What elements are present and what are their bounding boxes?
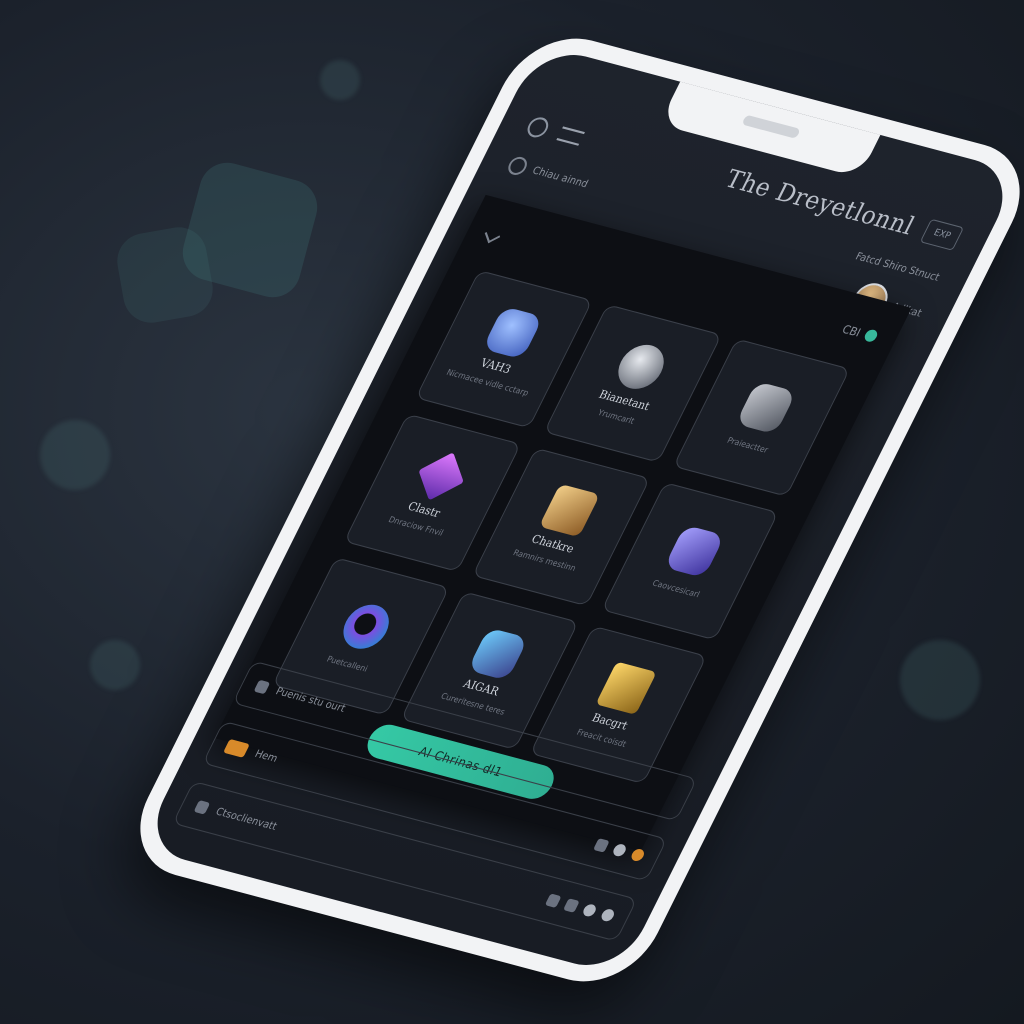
background-bokeh — [90, 640, 140, 690]
trophy-icon — [538, 483, 601, 538]
card-subtitle: Nicmacee vidle cctarp — [444, 367, 531, 398]
crystal-icon — [418, 452, 464, 501]
card-title: AIGAR — [461, 676, 502, 699]
background-bokeh — [40, 420, 110, 490]
chip-icon — [467, 627, 529, 681]
sub-header-right: Fatcd Shiro Stnuct — [853, 250, 942, 284]
card-subtitle: Caovcesicarl — [651, 577, 702, 599]
square-icon[interactable] — [593, 838, 610, 853]
sub-header-left: Chiau ainnd — [530, 164, 591, 190]
tag-icon — [193, 800, 211, 815]
user-icon[interactable] — [581, 903, 598, 918]
search-icon[interactable] — [599, 907, 617, 923]
ring-icon — [335, 599, 397, 653]
card-title: Bacgrt — [589, 710, 630, 733]
dock-row-label: Puenis stu ourt — [273, 685, 348, 715]
speaker-grille — [741, 114, 801, 139]
background-bokeh — [320, 60, 360, 100]
panel-tag-label: CBI — [840, 322, 864, 340]
dock-row-actions — [593, 838, 647, 863]
grid-icon[interactable] — [563, 898, 580, 913]
corner-badge[interactable]: EXP — [919, 218, 965, 251]
folder-icon — [223, 738, 250, 758]
background-bokeh — [900, 640, 980, 720]
card-title: Clastr — [405, 499, 443, 521]
background-shape — [112, 222, 218, 328]
menu-icon[interactable] — [556, 126, 585, 146]
box-icon — [735, 380, 798, 435]
card-subtitle: Puetcalleni — [325, 653, 370, 674]
file-icon — [253, 679, 271, 695]
card-title: Chatkre — [529, 532, 577, 556]
dock-row-label: Ctsoclienvatt — [213, 805, 279, 833]
card-title: VAH3 — [478, 356, 514, 377]
logo-icon — [505, 155, 531, 177]
chevron-down-icon[interactable] — [484, 226, 501, 244]
shards-icon — [664, 524, 726, 578]
card-subtitle: Yrumcarlt — [596, 407, 637, 426]
orb-icon — [610, 340, 672, 394]
status-dot-icon — [862, 328, 880, 343]
gem-icon — [481, 306, 544, 360]
circle-icon[interactable] — [611, 842, 628, 858]
panel-tag[interactable]: CBI — [840, 322, 880, 343]
settings-icon[interactable] — [629, 847, 647, 863]
card-icon — [595, 661, 658, 715]
image-icon[interactable] — [544, 893, 562, 908]
globe-icon[interactable] — [523, 115, 552, 140]
dock-row-label: Hem — [252, 748, 280, 765]
card-subtitle: Praieactter — [725, 435, 771, 455]
dock-row-actions — [544, 893, 617, 923]
